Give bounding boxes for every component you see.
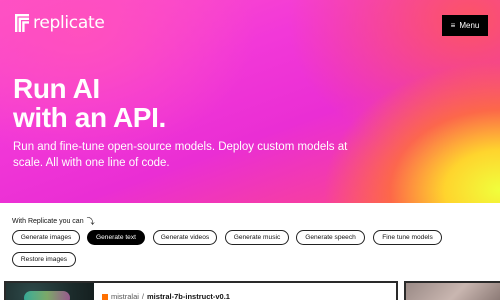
model-owner[interactable]: mistralai [111,292,139,300]
use-cases-label: With Replicate you can ⤵ [12,216,95,227]
hero-title-line-2: with an API. [13,102,166,133]
model-meta: mistralai / mistral-7b-instruct-v0.1 [102,292,230,300]
hero-title-line-1: Run AI [13,73,100,104]
menu-button[interactable]: ≡ Menu [442,15,488,36]
use-cases-label-text: With Replicate you can [12,218,84,225]
model-card[interactable]: mistralai / mistral-7b-instruct-v0.1 [4,281,398,300]
chip-generate-text[interactable]: Generate text [87,230,145,245]
replicate-logo[interactable]: replicate [15,13,105,33]
model-name[interactable]: mistral-7b-instruct-v0.1 [147,292,230,300]
chip-fine-tune-models[interactable]: Fine tune models [373,230,442,245]
hero-banner: replicate ≡ Menu Run AI with an API. Run… [0,0,500,203]
chip-generate-images[interactable]: Generate images [12,230,80,245]
chip-generate-videos[interactable]: Generate videos [153,230,217,245]
chip-generate-speech[interactable]: Generate speech [296,230,365,245]
hero-title: Run AI with an API. [13,74,313,132]
replicate-logo-icon [15,14,29,32]
menu-label: Menu [459,21,480,30]
model-card-partial[interactable] [404,281,500,300]
chip-generate-music[interactable]: Generate music [225,230,289,245]
logo-text: replicate [33,13,105,33]
hamburger-icon: ≡ [450,20,456,30]
model-separator: / [141,292,145,300]
hero-subtitle: Run and fine-tune open-source models. De… [13,141,348,169]
chip-restore-images[interactable]: Restore images [12,252,76,267]
curved-arrow-icon: ⤵ [86,217,95,226]
thumbnail-artwork [24,291,70,300]
model-thumbnail [6,283,94,300]
mistral-logo-icon [102,293,108,300]
